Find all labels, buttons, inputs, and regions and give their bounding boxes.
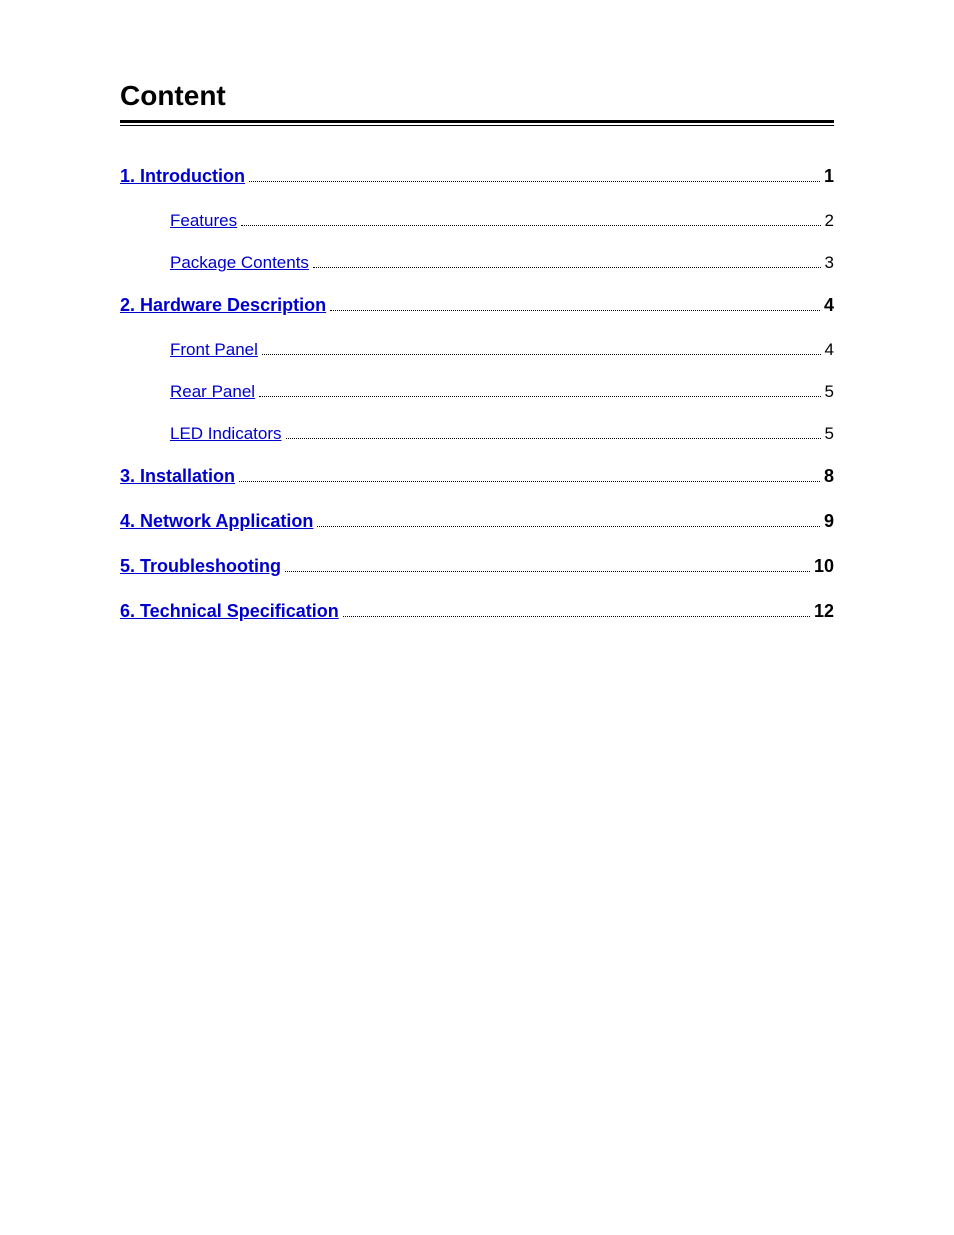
toc-page-technical-specification: 12	[814, 601, 834, 622]
toc-page-troubleshooting: 10	[814, 556, 834, 577]
toc-item-led-indicators: LED Indicators 5	[120, 424, 834, 444]
toc-item-installation: 3. Installation 8	[120, 466, 834, 487]
toc-item-features: Features 2	[120, 211, 834, 231]
toc-page-led-indicators: 5	[825, 424, 834, 444]
toc-page-network-application: 9	[824, 511, 834, 532]
toc-item-package-contents: Package Contents 3	[120, 253, 834, 273]
toc-item-hardware-description: 2. Hardware Description 4	[120, 295, 834, 316]
toc-dots-front-panel	[262, 354, 821, 355]
toc-page-package-contents: 3	[825, 253, 834, 273]
title-divider-thin	[120, 125, 834, 126]
page-title: Content	[120, 80, 834, 112]
toc-dots-introduction	[249, 181, 820, 182]
toc-dots-led-indicators	[286, 438, 821, 439]
toc-link-introduction[interactable]: 1. Introduction	[120, 166, 245, 187]
toc-item-rear-panel: Rear Panel 5	[120, 382, 834, 402]
toc-dots-hardware-description	[330, 310, 820, 311]
toc-link-features[interactable]: Features	[170, 211, 237, 231]
toc-link-rear-panel[interactable]: Rear Panel	[170, 382, 255, 402]
toc-item-network-application: 4. Network Application 9	[120, 511, 834, 532]
toc-link-technical-specification[interactable]: 6. Technical Specification	[120, 601, 339, 622]
toc-dots-features	[241, 225, 820, 226]
toc-item-introduction: 1. Introduction 1	[120, 166, 834, 187]
toc-link-led-indicators[interactable]: LED Indicators	[170, 424, 282, 444]
title-divider-thick	[120, 120, 834, 123]
toc-page-features: 2	[825, 211, 834, 231]
toc-link-installation[interactable]: 3. Installation	[120, 466, 235, 487]
toc-dots-installation	[239, 481, 820, 482]
page: Content 1. Introduction 1 Features 2 Package…	[0, 0, 954, 1235]
toc-item-troubleshooting: 5. Troubleshooting 10	[120, 556, 834, 577]
toc-dots-network-application	[317, 526, 820, 527]
toc-link-package-contents[interactable]: Package Contents	[170, 253, 309, 273]
toc-link-network-application[interactable]: 4. Network Application	[120, 511, 313, 532]
toc-link-front-panel[interactable]: Front Panel	[170, 340, 258, 360]
toc-link-hardware-description[interactable]: 2. Hardware Description	[120, 295, 326, 316]
toc-page-front-panel: 4	[825, 340, 834, 360]
toc-page-rear-panel: 5	[825, 382, 834, 402]
toc-dots-troubleshooting	[285, 571, 810, 572]
toc-dots-technical-specification	[343, 616, 810, 617]
toc-page-installation: 8	[824, 466, 834, 487]
toc-page-hardware-description: 4	[824, 295, 834, 316]
toc-link-troubleshooting[interactable]: 5. Troubleshooting	[120, 556, 281, 577]
toc-dots-package-contents	[313, 267, 821, 268]
toc-item-technical-specification: 6. Technical Specification 12	[120, 601, 834, 622]
toc-page-introduction: 1	[824, 166, 834, 187]
toc-item-front-panel: Front Panel 4	[120, 340, 834, 360]
toc-dots-rear-panel	[259, 396, 820, 397]
table-of-contents: 1. Introduction 1 Features 2 Package Content…	[120, 166, 834, 622]
